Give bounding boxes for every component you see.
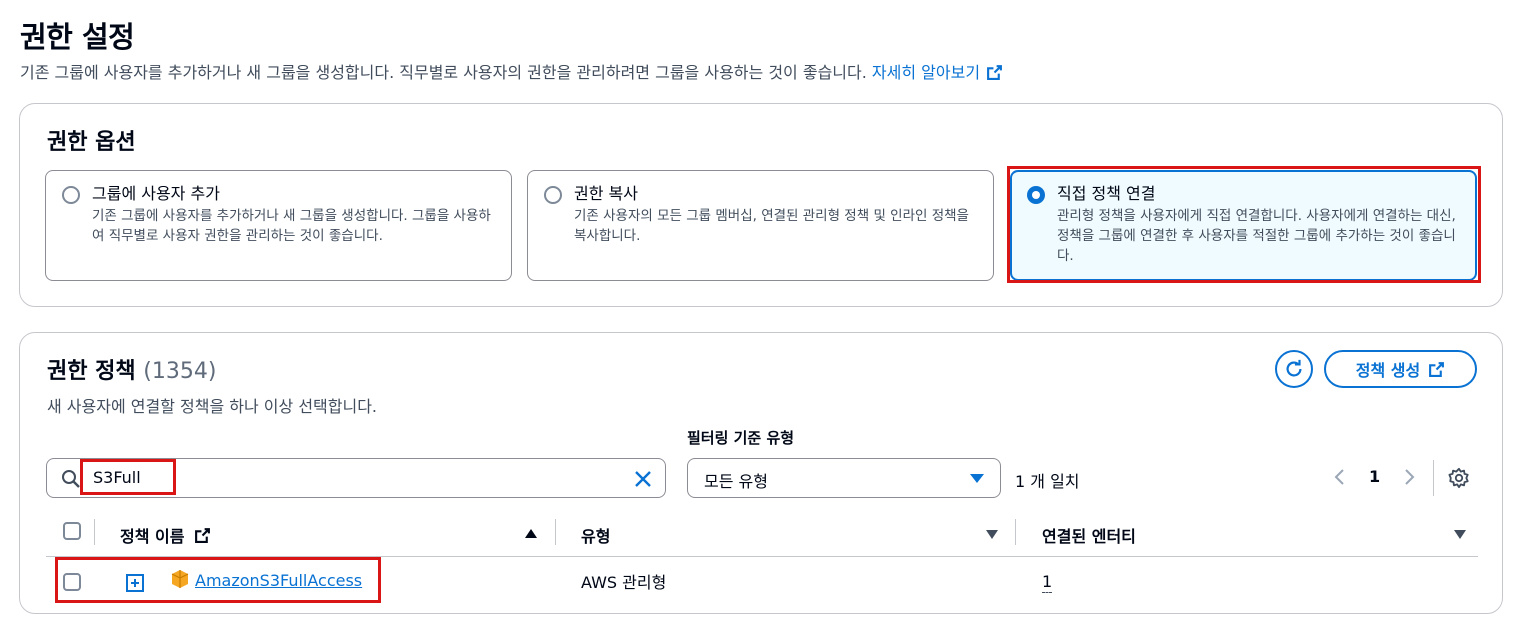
radio-copy-permissions[interactable] (544, 186, 562, 204)
create-policy-label: 정책 생성 (1355, 361, 1421, 380)
page-number[interactable]: 1 (1369, 467, 1380, 486)
column-type[interactable]: 유형 (581, 523, 610, 547)
select-value: 모든 유형 (704, 472, 768, 491)
radio-add-to-group[interactable] (62, 186, 80, 204)
permission-options-panel: 권한 옵션 그룹에 사용자 추가 기존 그룹에 사용자를 추가하거나 새 그룹을… (19, 103, 1503, 307)
option-title: 권한 복사 (574, 184, 638, 203)
clear-icon[interactable] (633, 469, 653, 489)
policy-type: AWS 관리형 (581, 573, 667, 592)
create-policy-button[interactable]: 정책 생성 (1324, 350, 1477, 388)
policies-title-text: 권한 정책 (47, 359, 136, 384)
page-description: 기존 그룹에 사용자를 추가하거나 새 그룹을 생성합니다. 직무별로 사용자의… (20, 59, 1003, 83)
column-divider (94, 519, 95, 545)
search-icon (62, 470, 80, 488)
pager-divider (1433, 460, 1434, 496)
permission-options-title: 권한 옵션 (47, 130, 136, 155)
select-all-checkbox[interactable] (63, 522, 81, 540)
policy-type-select[interactable]: 모든 유형 (687, 458, 1001, 498)
policies-count: (1354) (143, 359, 217, 384)
match-count: 1 개 일치 (1015, 472, 1080, 491)
refresh-icon (1286, 359, 1302, 377)
filter-type-label: 필터링 기준 유형 (687, 429, 795, 447)
column-divider (555, 519, 556, 545)
highlight-box (1007, 166, 1481, 283)
highlight-box (55, 557, 381, 603)
sort-ascending-icon[interactable] (525, 529, 537, 538)
page-description-text: 기존 그룹에 사용자를 추가하거나 새 그룹을 생성합니다. 직무별로 사용자의… (20, 63, 867, 82)
sort-icon[interactable] (986, 530, 998, 539)
entity-count-value: 1 (1042, 572, 1053, 593)
option-title: 그룹에 사용자 추가 (92, 184, 220, 203)
refresh-button[interactable] (1275, 350, 1313, 388)
learn-more-label: 자세히 알아보기 (871, 63, 981, 82)
page-title: 권한 설정 (20, 20, 135, 54)
option-copy-permissions[interactable]: 권한 복사 기존 사용자의 모든 그룹 멤버십, 연결된 관리형 정책 및 인라… (527, 170, 994, 281)
external-link-icon (987, 65, 1002, 80)
highlight-box (80, 459, 176, 495)
policies-description: 새 사용자에 연결할 정책을 하나 이상 선택합니다. (47, 397, 378, 416)
permission-policies-panel: 권한 정책 (1354) 새 사용자에 연결할 정책을 하나 이상 선택합니다.… (19, 332, 1503, 614)
option-add-to-group[interactable]: 그룹에 사용자 추가 기존 그룹에 사용자를 추가하거나 새 그룹을 생성합니다… (45, 170, 512, 281)
column-divider (1015, 519, 1016, 545)
column-policy-name-label: 정책 이름 (120, 527, 185, 546)
table-header: 정책 이름 유형 연결된 엔터티 (46, 513, 1478, 557)
gear-icon[interactable] (1448, 467, 1470, 489)
sort-icon[interactable] (1454, 530, 1466, 539)
external-link-icon (195, 528, 210, 543)
chevron-left-icon[interactable] (1333, 467, 1347, 487)
chevron-right-icon[interactable] (1402, 467, 1416, 487)
option-description: 기존 사용자의 모든 그룹 멤버십, 연결된 관리형 정책 및 인라인 정책을 … (574, 208, 969, 244)
attached-entities-count[interactable]: 1 (1042, 572, 1053, 593)
permission-policies-title: 권한 정책 (1354) (47, 353, 216, 385)
option-description: 기존 그룹에 사용자를 추가하거나 새 그룹을 생성합니다. 그룹을 사용하여 … (92, 208, 491, 244)
column-attached-entities[interactable]: 연결된 엔터티 (1042, 523, 1136, 547)
column-policy-name[interactable]: 정책 이름 (120, 523, 211, 547)
learn-more-link[interactable]: 자세히 알아보기 (872, 63, 1003, 82)
external-link-icon (1429, 361, 1445, 377)
caret-down-icon (970, 474, 984, 483)
